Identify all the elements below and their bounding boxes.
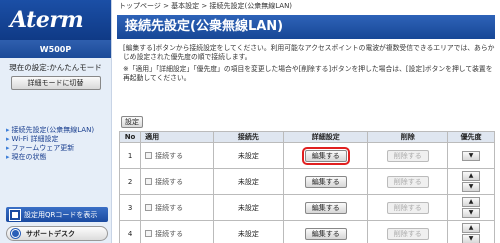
enable-label: 接続する [155, 229, 184, 238]
priority-up-icon[interactable]: ▲ [462, 171, 481, 181]
enable-label: 接続する [155, 151, 184, 160]
delete-cell: 削除する [367, 168, 449, 195]
detail-mode-button[interactable]: 詳細モードに切替 [10, 76, 101, 90]
priority-cell: ▼ [447, 142, 495, 169]
model-name: W500P [0, 40, 111, 58]
priority-down-icon[interactable]: ▼ [462, 150, 481, 161]
nav-item-firmware-update[interactable]: ファームウェア更新 [6, 144, 94, 153]
edit-cell: 編集する [283, 142, 369, 169]
enable-cell: 接続する [140, 142, 214, 169]
priority-cell: ▲ ▼ [447, 194, 495, 221]
breadcrumb: トップページ > 基本設定 > 接続先設定(公衆無線LAN) [119, 2, 293, 10]
row-no: 1 [118, 142, 142, 169]
edit-cell: 編集する [283, 168, 369, 195]
qr-code-icon [9, 208, 21, 221]
header-delete: 削除 [367, 131, 449, 143]
sidebar: Aterm W500P 現在の設定:かんたんモード 詳細モードに切替 接続先設定… [0, 0, 112, 243]
page-title: 接続先設定(公衆無線LAN) [117, 15, 495, 39]
side-nav: 接続先設定(公衆無線LAN) Wi-Fi 詳細設定 ファームウェア更新 現在の状… [6, 126, 95, 162]
main-content: トップページ > 基本設定 > 接続先設定(公衆無線LAN) 接続先設定(公衆無… [113, 0, 500, 243]
header-no: No [118, 131, 142, 143]
description-note: ※「適用」「詳細設定」「優先度」の項目を変更した場合や[削除する]ボタンを押した… [123, 65, 493, 82]
support-icon [10, 228, 21, 239]
edit-button[interactable]: 編集する [304, 201, 347, 214]
current-setting-label: 現在の設定:かんたんモード [9, 63, 102, 72]
table-row: 2 接続する 未設定 編集する 削除する ▲ ▼ [118, 168, 495, 195]
delete-button[interactable]: 削除する [386, 175, 429, 188]
qr-code-button-label: 設定用QRコードを表示 [24, 210, 98, 219]
priority-down-icon[interactable]: ▼ [462, 208, 481, 218]
delete-button[interactable]: 削除する [386, 201, 429, 214]
enable-cell: 接続する [140, 168, 214, 195]
priority-down-icon[interactable]: ▼ [462, 234, 481, 243]
edit-button[interactable]: 編集する [301, 146, 350, 165]
header-enable: 適用 [140, 131, 214, 143]
nav-item-connection-setting[interactable]: 接続先設定(公衆無線LAN) [6, 126, 95, 135]
logo-text: Aterm [10, 7, 84, 33]
nav-item-current-status[interactable]: 現在の状態 [6, 153, 94, 162]
header-priority: 優先度 [447, 131, 495, 143]
row-no: 3 [118, 194, 142, 221]
enable-label: 接続する [155, 177, 184, 186]
profile-table: No 適用 接続先 詳細設定 削除 優先度 1 接続する 未設定 編集する 削除… [118, 131, 495, 243]
enable-checkbox[interactable] [145, 204, 153, 211]
priority-cell: ▲ ▼ [447, 220, 495, 243]
table-row: 4 接続する 未設定 編集する 削除する ▲ ▼ [118, 220, 495, 243]
support-desk-button[interactable]: サポートデスク [6, 226, 108, 241]
enable-label: 接続する [155, 203, 184, 212]
enable-checkbox[interactable] [145, 152, 153, 159]
delete-button[interactable]: 削除する [386, 227, 429, 240]
description: [編集する]ボタンから接続設定をしてください。利用可能なアクセスポイントの電波が… [123, 44, 495, 86]
delete-button[interactable]: 削除する [386, 149, 429, 162]
enable-cell: 接続する [140, 220, 214, 243]
priority-up-icon[interactable]: ▲ [462, 197, 481, 207]
table-row: 3 接続する 未設定 編集する 削除する ▲ ▼ [118, 194, 495, 221]
header-detail-setting: 詳細設定 [283, 131, 369, 143]
support-desk-label: サポートデスク [26, 229, 75, 238]
connection-value: 未設定 [212, 168, 285, 195]
description-text: [編集する]ボタンから接続設定をしてください。利用可能なアクセスポイントの電波が… [123, 44, 495, 61]
priority-up-icon[interactable]: ▲ [462, 223, 481, 233]
enable-cell: 接続する [140, 194, 214, 221]
enable-checkbox[interactable] [145, 178, 153, 185]
connection-value: 未設定 [212, 220, 285, 243]
nav-item-wifi-detail[interactable]: Wi-Fi 詳細設定 [6, 135, 94, 144]
connection-value: 未設定 [212, 194, 285, 221]
connection-value: 未設定 [212, 142, 285, 169]
edit-cell: 編集する [283, 220, 369, 243]
logo: Aterm [0, 0, 111, 40]
setting-button[interactable]: 設定 [121, 116, 143, 128]
delete-cell: 削除する [367, 220, 449, 243]
edit-cell: 編集する [283, 194, 369, 221]
delete-cell: 削除する [367, 142, 449, 169]
delete-cell: 削除する [367, 194, 449, 221]
enable-checkbox[interactable] [145, 230, 153, 237]
table-row: 1 接続する 未設定 編集する 削除する ▼ [118, 142, 495, 169]
table-header-row: No 適用 接続先 詳細設定 削除 優先度 [118, 131, 495, 143]
qr-code-button[interactable]: 設定用QRコードを表示 [6, 207, 108, 222]
priority-down-icon[interactable]: ▼ [462, 182, 481, 192]
priority-cell: ▲ ▼ [447, 168, 495, 195]
header-connection: 接続先 [212, 131, 285, 143]
edit-button[interactable]: 編集する [304, 175, 347, 188]
row-no: 2 [118, 168, 142, 195]
edit-button[interactable]: 編集する [304, 227, 347, 240]
row-no: 4 [118, 220, 142, 243]
